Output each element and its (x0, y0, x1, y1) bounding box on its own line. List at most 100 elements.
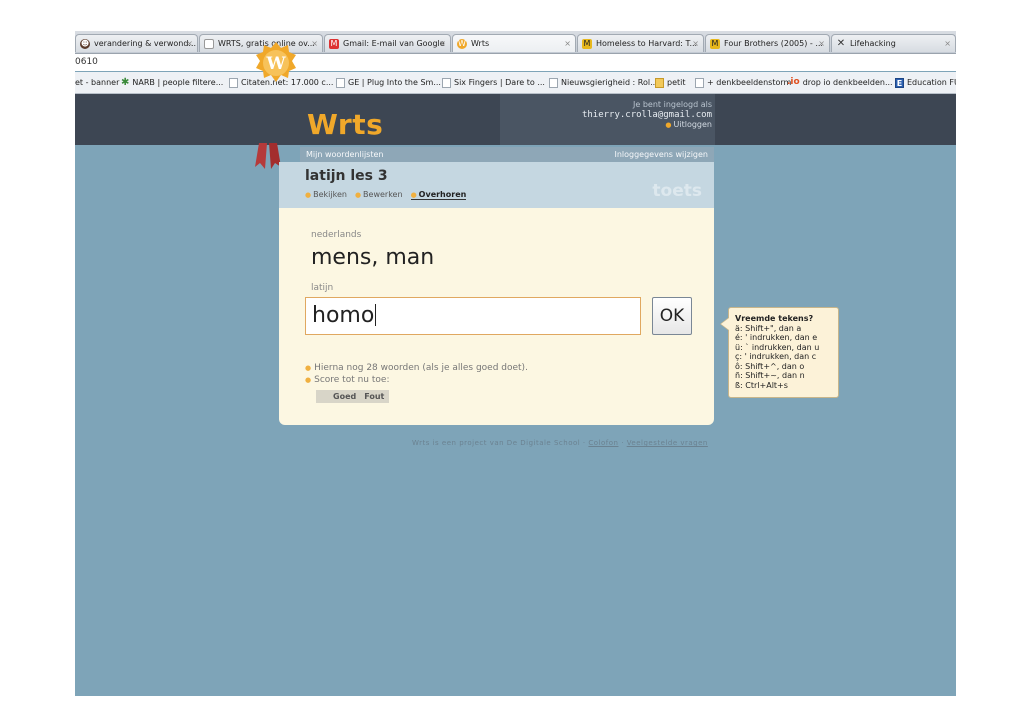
tooltip-line: ß: Ctrl+Alt+s (735, 380, 788, 390)
question-word: mens, man (311, 245, 435, 270)
mode-badge: toets (652, 181, 702, 201)
svg-text:W: W (265, 54, 286, 74)
bookmark-item[interactable]: Nieuwsgierigheid : Rol... (549, 72, 658, 93)
wrts-icon: W (457, 39, 467, 49)
bookmark-item[interactable]: petit (655, 72, 686, 93)
folder-icon (655, 77, 664, 88)
bookmark-label: drop io denkbeelden... (802, 78, 893, 87)
user-email: thierry.crolla@gmail.com (581, 110, 712, 120)
remaining-words-text: Hierna nog 28 woorden (als je alles goed… (305, 363, 528, 373)
tab-label: Lifehacking (850, 39, 896, 48)
ok-button[interactable]: OK (652, 297, 692, 335)
answer-language-label: latijn (311, 283, 334, 293)
score-bar: Goed Fout (316, 390, 390, 403)
tab-label: verandering & verwond... (94, 39, 197, 48)
tooltip-line: ç: ' indrukken, dan c (735, 352, 817, 361)
score-label: Score tot nu toe: (305, 375, 389, 385)
page-icon (695, 77, 704, 88)
bookmark-label: GE | Plug Into the Sm... (348, 78, 441, 87)
close-icon[interactable]: × (311, 35, 318, 52)
address-text: 0610 (75, 57, 98, 67)
dropio-icon: .io (787, 77, 800, 87)
tab-overhoren[interactable]: Overhoren (410, 190, 467, 200)
tooltip-line: ü: ` indrukken, dan u (735, 342, 820, 352)
score-good: Goed (333, 392, 357, 401)
imdb-icon: M (710, 39, 720, 49)
lifehacking-icon: ✕ (836, 38, 846, 49)
bookmarks-bar: et - banner ✱ NARB | people filtere... C… (75, 72, 956, 94)
close-icon[interactable]: × (186, 35, 193, 52)
tab-four-brothers[interactable]: M Four Brothers (2005) - ... × (705, 34, 830, 52)
page-icon (229, 77, 238, 88)
page-icon (204, 39, 214, 49)
page-icon (442, 77, 451, 88)
page-icon (336, 77, 345, 88)
footer-text: Wrts is een project van De Digitale Scho… (412, 439, 586, 447)
bookmark-item[interactable]: Six Fingers | Dare to ... (442, 72, 545, 93)
tab-bewerken[interactable]: Bewerken (355, 190, 403, 200)
tooltip-title: Vreemde tekens? (735, 314, 814, 323)
tab-wrts[interactable]: W Wrts × (452, 34, 576, 52)
imdb-icon: M (582, 39, 592, 49)
sub-navigation: Mijn woordenlijsten Inloggegevens wijzig… (300, 147, 714, 162)
tab-label: Gmail: E-mail van Google (343, 39, 445, 48)
close-icon[interactable]: × (564, 35, 571, 52)
bookmark-label: Nieuwsgierigheid : Rol... (561, 78, 658, 87)
close-icon[interactable]: × (692, 35, 699, 52)
answer-input[interactable]: homo (305, 297, 641, 335)
tooltip-line: ä: Shift+", dan a (735, 323, 802, 333)
tab-gmail[interactable]: M Gmail: E-mail van Google × (324, 34, 451, 52)
site-header: Wrts Je bent ingelogd als thierry.crolla… (75, 94, 956, 145)
edit-login-link[interactable]: Inloggegevens wijzigen (614, 147, 708, 162)
tooltip-line: ñ: Shift+~, dan n (735, 371, 805, 380)
bookmark-item[interactable]: GE | Plug Into the Sm... (336, 72, 441, 93)
page-icon (549, 77, 558, 88)
answer-text: homo (312, 303, 375, 328)
tab-lifehacking[interactable]: ✕ Lifehacking × (831, 34, 956, 52)
tab-bekijken[interactable]: Bekijken (305, 190, 347, 200)
login-text: Je bent ingelogd als (633, 100, 712, 109)
question-language-label: nederlands (311, 230, 362, 240)
bookmark-label: petit (667, 78, 686, 87)
footer-separator: · (621, 439, 624, 447)
bookmark-item[interactable]: E Education FU (895, 72, 956, 93)
wrts-logo-icon[interactable]: W (253, 41, 299, 91)
faq-link[interactable]: Veelgestelde vragen (627, 439, 708, 447)
tooltip-line: é: ' indrukken, dan e (735, 333, 818, 342)
bookmark-label: Six Fingers | Dare to ... (454, 78, 545, 87)
e-icon: E (895, 77, 904, 88)
score-bad: Fout (364, 392, 385, 401)
bookmark-label: Education FU (907, 78, 956, 87)
bookmark-label: et - banner (75, 78, 120, 87)
bookmark-item[interactable]: .io drop io denkbeelden... (787, 72, 893, 93)
tab-bar: ☻ verandering & verwond... × WRTS, grati… (75, 31, 956, 54)
tab-label: Homeless to Harvard: T... (596, 39, 698, 48)
bookmark-item[interactable]: et - banner (75, 72, 119, 93)
site-footer: Wrts is een project van De Digitale Scho… (412, 439, 708, 447)
colofon-link[interactable]: Colofon (588, 439, 618, 447)
tab-label: Wrts (471, 39, 490, 48)
gmail-icon: M (329, 39, 339, 49)
tab-verandering[interactable]: ☻ verandering & verwond... × (75, 34, 198, 52)
tab-homeless-harvard[interactable]: M Homeless to Harvard: T... × (577, 34, 704, 52)
login-info: Je bent ingelogd als thierry.crolla@gmai… (582, 100, 712, 130)
close-icon[interactable]: × (439, 35, 446, 52)
site-logo-text[interactable]: Wrts (307, 108, 383, 141)
close-icon[interactable]: × (818, 35, 825, 52)
tooltip-line: ô: Shift+^, dan o (735, 361, 805, 371)
my-wordlists-link[interactable]: Mijn woordenlijsten (306, 147, 383, 162)
browser-window: ☻ verandering & verwond... × WRTS, grati… (75, 31, 956, 696)
special-characters-tooltip: Vreemde tekens? ä: Shift+", dan a é: ' i… (720, 307, 839, 398)
bookmark-item[interactable]: + denkbeeldenstorm (695, 72, 791, 93)
bookmark-label: NARB | people filtere... (132, 78, 224, 87)
bookmark-item[interactable]: ✱ NARB | people filtere... (121, 72, 223, 93)
logout-link[interactable]: Uitloggen (582, 120, 712, 130)
smiley-icon: ☻ (80, 39, 90, 49)
list-tabs: Bekijken Bewerken Overhoren (305, 190, 467, 200)
list-header: latijn les 3 toets Bekijken Bewerken Ove… (279, 162, 714, 208)
close-icon[interactable]: × (944, 35, 951, 52)
text-caret (375, 304, 377, 326)
address-bar[interactable]: 0610 (75, 54, 956, 71)
list-title: latijn les 3 (305, 168, 388, 184)
tab-label: Four Brothers (2005) - ... (724, 39, 823, 48)
